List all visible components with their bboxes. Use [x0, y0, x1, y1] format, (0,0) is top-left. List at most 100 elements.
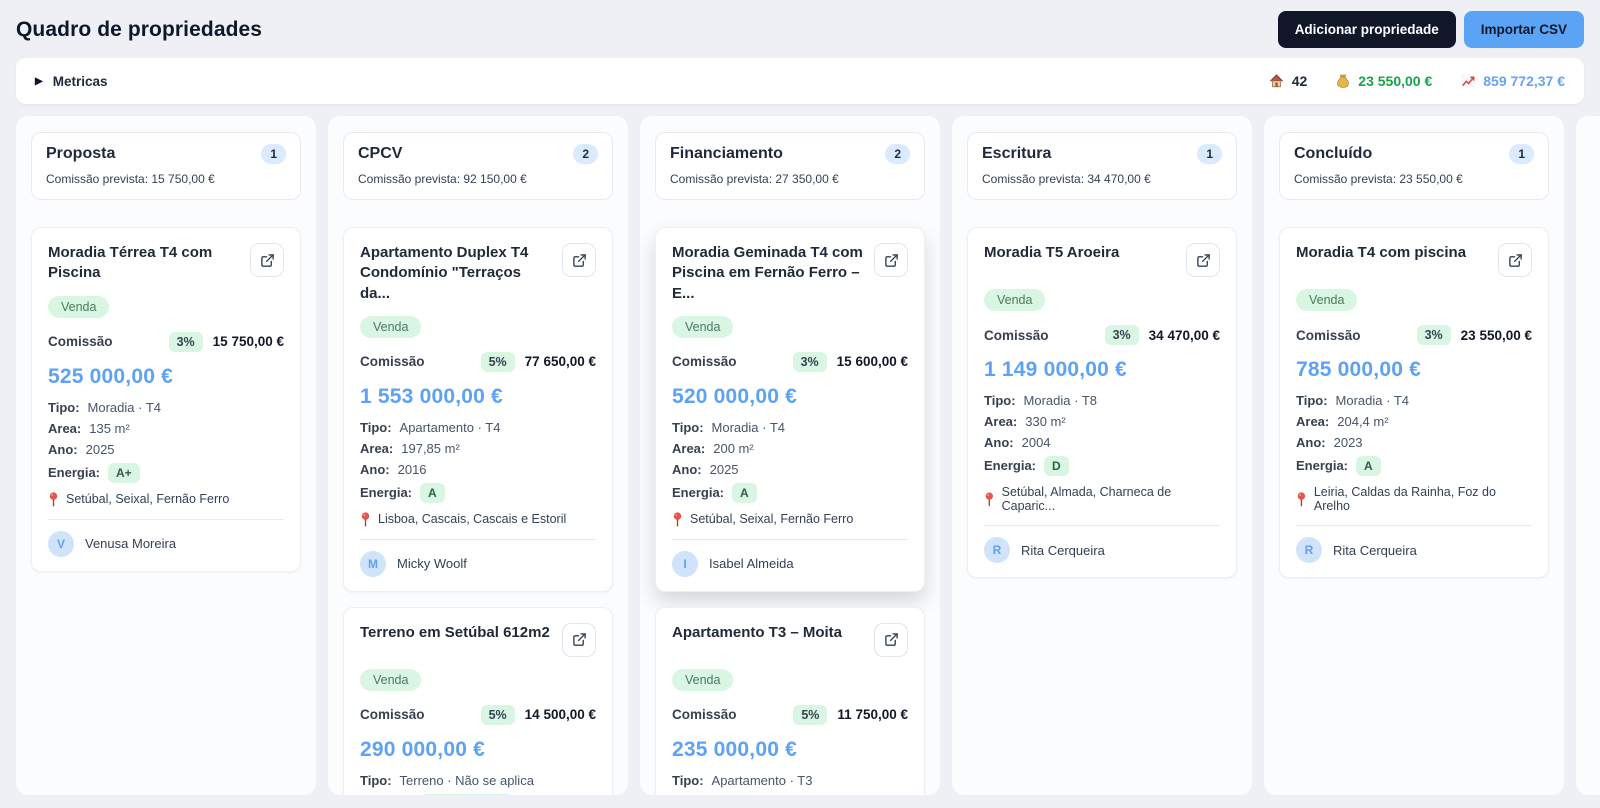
- detail-row: Area: 135 m²: [48, 421, 284, 436]
- property-card[interactable]: Terreno em Setúbal 612m2 Venda Comissão …: [343, 606, 613, 795]
- column-header: CPCV 2 Comissão prevista: 92 150,00 €: [343, 132, 613, 200]
- commission-pct-badge: 3%: [1104, 325, 1139, 345]
- detail-label: Tipo:: [984, 393, 1016, 408]
- energy-rating-badge: A+: [108, 462, 140, 483]
- card-footer: V Venusa Moreira: [48, 530, 284, 557]
- commission-row: Comissão 3% 34 470,00 €: [984, 325, 1220, 345]
- agent-avatar: M: [360, 550, 386, 577]
- property-card[interactable]: Apartamento T3 – Moita Venda Comissão 5%…: [655, 606, 925, 795]
- energy-rating-badge: A: [732, 482, 757, 503]
- column-cards: Apartamento Duplex T4 Condomínio "Terraç…: [343, 227, 613, 795]
- card-details: Tipo: Moradia · T4 Area: 200 m² Ano: 202…: [672, 420, 908, 503]
- detail-row: Ano: 2016: [360, 462, 596, 477]
- add-property-button[interactable]: Adicionar propriedade: [1277, 11, 1456, 48]
- detail-value: 200 m²: [713, 440, 754, 456]
- detail-value: Apartamento · T4: [399, 419, 501, 435]
- column-header: Proposta 1 Comissão prevista: 15 750,00 …: [31, 132, 301, 200]
- open-property-button[interactable]: [250, 243, 284, 277]
- import-csv-button[interactable]: Importar CSV: [1463, 11, 1584, 48]
- column-cards: Moradia Térrea T4 com Piscina Venda Comi…: [31, 227, 301, 572]
- detail-value: 135 m²: [89, 420, 130, 436]
- listing-type-badge: Venda: [360, 315, 422, 338]
- commission-pct-badge: 3%: [792, 351, 827, 372]
- location-row: Leiria, Caldas da Rainha, Foz do Arelho: [1296, 485, 1532, 513]
- kanban-column: Financiamento 2 Comissão prevista: 27 35…: [640, 116, 940, 795]
- kanban-board: Proposta 1 Comissão prevista: 15 750,00 …: [0, 104, 1600, 795]
- card-details: Tipo: Apartamento · T4 Area: 197,85 m² A…: [360, 420, 596, 503]
- open-property-button[interactable]: [1498, 243, 1532, 277]
- property-card[interactable]: Moradia Geminada T4 com Piscina em Fernã…: [655, 227, 925, 592]
- listing-type-badge: Venda: [672, 315, 734, 338]
- agent-name: Isabel Almeida: [709, 556, 794, 572]
- metrics-toggle[interactable]: ▶ Metricas: [35, 74, 107, 89]
- property-card[interactable]: Moradia T4 com piscina Venda Comissão 3%…: [1279, 227, 1549, 578]
- detail-row: Area: 200 m²: [672, 441, 908, 456]
- detail-row: Ano: 2025: [672, 462, 908, 477]
- stat-volume-value: 859 772,37 €: [1483, 73, 1565, 89]
- open-property-button[interactable]: [874, 622, 908, 657]
- energy-label: Energia:: [672, 484, 725, 500]
- card-divider: [48, 518, 284, 520]
- column-header: Escritura 1 Comissão prevista: 34 470,00…: [967, 132, 1237, 200]
- commission-value: 15 750,00 €: [212, 334, 284, 349]
- open-property-button[interactable]: [874, 243, 908, 277]
- property-card[interactable]: Apartamento Duplex T4 Condomínio "Terraç…: [343, 227, 613, 592]
- chart-up-icon: [1460, 74, 1476, 88]
- energy-row: Energia: A: [360, 482, 596, 503]
- column-count-badge: 2: [885, 144, 910, 164]
- listing-type-badge: Venda: [48, 295, 110, 318]
- column-subtitle: Comissão prevista: 92 150,00 €: [358, 172, 527, 186]
- location-row: Setúbal, Seixal, Fernão Ferro: [672, 512, 908, 527]
- kanban-column: Proposta 1 Comissão prevista: 15 750,00 …: [16, 116, 316, 795]
- property-price: 1 149 000,00 €: [984, 358, 1127, 381]
- card-footer: I Isabel Almeida: [672, 550, 908, 577]
- energy-rating-badge: D: [1044, 456, 1069, 476]
- property-price: 785 000,00 €: [1296, 358, 1422, 381]
- location-row: Setúbal, Seixal, Fernão Ferro: [48, 491, 284, 507]
- listing-type-badge: Venda: [984, 289, 1046, 311]
- location-text: Lisboa, Cascais, Cascais e Estoril: [378, 512, 567, 527]
- detail-value: Moradia · T8: [1023, 393, 1097, 408]
- detail-row: Area: 330 m²: [984, 414, 1220, 429]
- energy-label: Energia:: [48, 464, 101, 480]
- commission-value: 77 650,00 €: [524, 354, 596, 370]
- map-pin-icon: [1297, 491, 1306, 506]
- property-card[interactable]: Moradia T5 Aroeira Venda Comissão 3% 34 …: [967, 227, 1237, 578]
- energy-rating-badge: A: [420, 482, 445, 503]
- card-details: Tipo: Terreno · Não se aplica Energia: N…: [360, 773, 596, 795]
- commission-value: 34 470,00 €: [1148, 327, 1220, 343]
- card-footer: R Rita Cerqueira: [984, 537, 1220, 563]
- commission-pct-badge: 5%: [480, 704, 515, 725]
- commission-label: Comissão: [1296, 327, 1361, 343]
- open-property-button[interactable]: [1186, 243, 1220, 277]
- column-count-badge: 1: [261, 144, 286, 164]
- agent-name: Rita Cerqueira: [1333, 542, 1417, 558]
- commission-label: Comissão: [48, 334, 113, 349]
- kanban-column: Escritura 1 Comissão prevista: 34 470,00…: [952, 116, 1252, 795]
- card-divider: [984, 525, 1220, 526]
- open-property-button[interactable]: [562, 622, 596, 657]
- detail-row: Ano: 2004: [984, 435, 1220, 450]
- card-title: Moradia Geminada T4 com Piscina em Fernã…: [672, 244, 863, 302]
- detail-label: Area:: [360, 440, 394, 456]
- stat-commission-value: 23 550,00 €: [1358, 73, 1433, 89]
- property-price: 520 000,00 €: [672, 384, 798, 408]
- detail-value: Moradia · T4: [711, 419, 785, 435]
- energy-label: Energia:: [1296, 458, 1349, 473]
- card-details: Tipo: Moradia · T4 Area: 204,4 m² Ano: 2…: [1296, 393, 1532, 476]
- detail-row: Tipo: Moradia · T4: [48, 400, 284, 415]
- energy-label: Energia:: [984, 458, 1037, 473]
- detail-value: Apartamento · T3: [711, 772, 813, 788]
- detail-label: Tipo:: [360, 772, 392, 788]
- card-title: Apartamento T3 – Moita: [672, 623, 843, 641]
- commission-row: Comissão 5% 11 750,00 €: [672, 704, 908, 725]
- detail-row: Tipo: Apartamento · T4: [360, 420, 596, 435]
- energy-row: Energia: A: [1296, 456, 1532, 476]
- property-card[interactable]: Moradia Térrea T4 com Piscina Venda Comi…: [31, 227, 301, 572]
- commission-pct-badge: 3%: [1416, 325, 1451, 345]
- property-price: 1 553 000,00 €: [360, 384, 503, 408]
- detail-row: Tipo: Apartamento · T3: [672, 773, 908, 788]
- open-property-button[interactable]: [562, 243, 596, 277]
- detail-row: Ano: 2025: [48, 442, 284, 457]
- card-title: Terreno em Setúbal 612m2: [360, 623, 550, 641]
